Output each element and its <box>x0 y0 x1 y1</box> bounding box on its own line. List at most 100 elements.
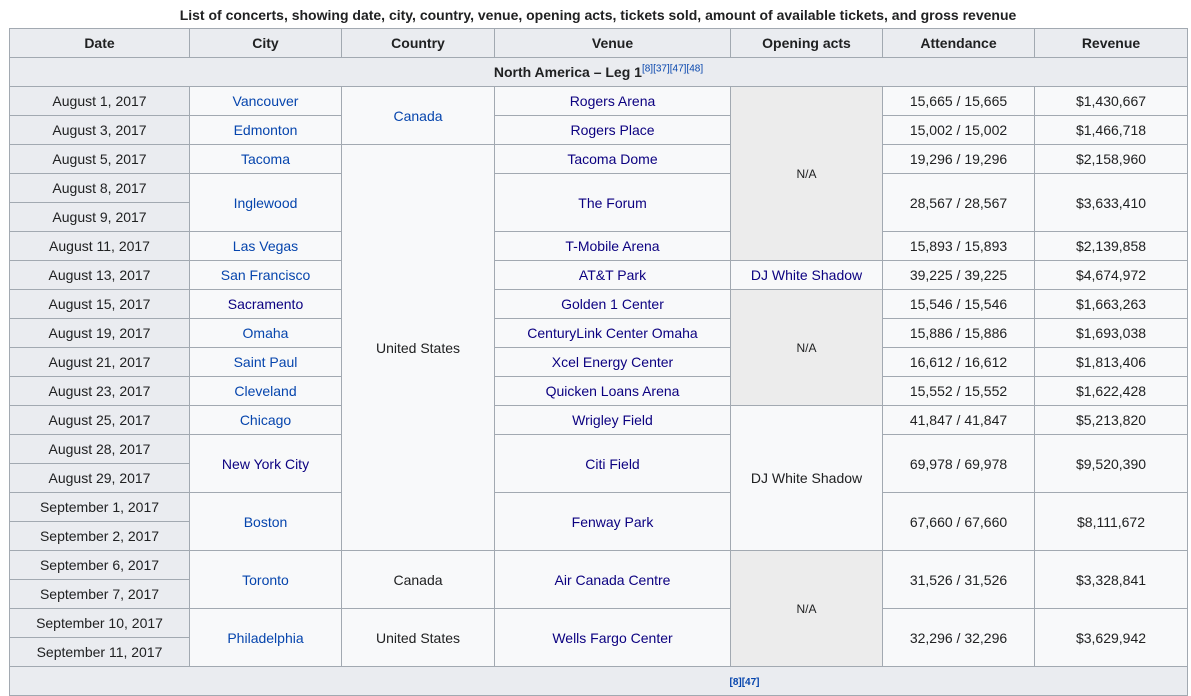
city-link[interactable]: Omaha <box>243 325 289 341</box>
country-link[interactable]: Canada <box>393 108 442 124</box>
table-row: August 19, 2017 Omaha CenturyLink Center… <box>9 318 1188 348</box>
date-cell: September 2, 2017 <box>9 521 190 551</box>
column-header-revenue[interactable]: Revenue <box>1034 28 1188 58</box>
date-cell: September 6, 2017 <box>9 550 190 580</box>
venue-link[interactable]: Air Canada Centre <box>555 572 671 588</box>
city-link[interactable]: San Francisco <box>221 267 310 283</box>
venue-cell: Rogers Arena <box>494 86 731 116</box>
city-link[interactable]: Vancouver <box>233 93 299 109</box>
venue-link[interactable]: Fenway Park <box>572 514 654 530</box>
opening-acts-cell: DJ White Shadow <box>730 405 883 551</box>
venue-link[interactable]: Wells Fargo Center <box>552 630 672 646</box>
column-header-country[interactable]: Country <box>341 28 495 58</box>
city-cell: Saint Paul <box>189 347 342 377</box>
reference-link[interactable]: [37] <box>653 63 670 74</box>
venue-cell: Tacoma Dome <box>494 144 731 174</box>
venue-cell: Fenway Park <box>494 492 731 551</box>
city-link[interactable]: Cleveland <box>234 383 296 399</box>
city-cell: Philadelphia <box>189 608 342 667</box>
city-cell: San Francisco <box>189 260 342 290</box>
table-row: August 28, 2017 New York City Citi Field… <box>9 434 1188 493</box>
venue-link[interactable]: Citi Field <box>585 456 639 472</box>
table-row: August 21, 2017 Saint Paul Xcel Energy C… <box>9 347 1188 377</box>
footer-references[interactable]: [8][47] <box>729 675 759 691</box>
country-cell: Canada <box>341 550 495 609</box>
venue-link[interactable]: Golden 1 Center <box>561 296 664 312</box>
table-row: August 11, 2017 Las Vegas T-Mobile Arena… <box>9 231 1188 261</box>
city-link[interactable]: Inglewood <box>234 195 298 211</box>
venue-link[interactable]: Rogers Arena <box>570 93 656 109</box>
venue-link[interactable]: Quicken Loans Arena <box>546 383 680 399</box>
venue-link[interactable]: Tacoma Dome <box>567 151 657 167</box>
opening-acts-cell: N/A <box>730 550 883 667</box>
venue-cell: Citi Field <box>494 434 731 493</box>
revenue-cell: $3,633,410 <box>1034 173 1188 232</box>
table-row: August 25, 2017 Chicago Wrigley Field DJ… <box>9 405 1188 551</box>
attendance-cell: 15,886 / 15,886 <box>882 318 1035 348</box>
city-cell: Tacoma <box>189 144 342 174</box>
table-row: August 3, 2017 Edmonton Rogers Place 15,… <box>9 115 1188 145</box>
venue-link[interactable]: Rogers Place <box>570 122 654 138</box>
table-row: August 1, 2017 Vancouver Canada Rogers A… <box>9 86 1188 261</box>
attendance-cell: 31,526 / 31,526 <box>882 550 1035 609</box>
venue-link[interactable]: The Forum <box>578 195 646 211</box>
table-row: August 15, 2017 Sacramento Golden 1 Cent… <box>9 289 1188 406</box>
footer-cell: [8][47] <box>9 666 1188 696</box>
revenue-cell: $1,622,428 <box>1034 376 1188 406</box>
column-header-attendance[interactable]: Attendance <box>882 28 1035 58</box>
city-link[interactable]: Sacramento <box>228 296 303 312</box>
city-link[interactable]: Chicago <box>240 412 291 428</box>
city-link[interactable]: Saint Paul <box>234 354 298 370</box>
date-cell: August 8, 2017 <box>9 173 190 203</box>
city-link[interactable]: Tacoma <box>241 151 290 167</box>
column-header-date[interactable]: Date <box>9 28 190 58</box>
leg-title: North America – Leg 1[8][37][47][48] <box>9 57 1188 87</box>
column-header-venue[interactable]: Venue <box>494 28 731 58</box>
venue-link[interactable]: Wrigley Field <box>572 412 653 428</box>
city-link[interactable]: Philadelphia <box>227 630 303 646</box>
city-link[interactable]: New York City <box>222 456 309 472</box>
attendance-cell: 32,296 / 32,296 <box>882 608 1035 667</box>
venue-link[interactable]: AT&T Park <box>579 267 646 283</box>
table-caption: List of concerts, showing date, city, co… <box>179 7 1017 23</box>
column-header-opening-acts[interactable]: Opening acts <box>730 28 883 58</box>
attendance-cell: 16,612 / 16,612 <box>882 347 1035 377</box>
header-row: Date City Country Venue Opening acts Att… <box>9 28 1188 58</box>
city-cell: Omaha <box>189 318 342 348</box>
city-cell: Chicago <box>189 405 342 435</box>
reference-link[interactable]: [47] <box>670 63 687 74</box>
reference-link[interactable]: [48] <box>686 63 703 74</box>
revenue-cell: $3,328,841 <box>1034 550 1188 609</box>
table-row: August 5, 2017 Tacoma United States Taco… <box>9 144 1188 551</box>
venue-cell: Air Canada Centre <box>494 550 731 609</box>
city-link[interactable]: Edmonton <box>234 122 298 138</box>
venue-link[interactable]: Xcel Energy Center <box>552 354 673 370</box>
date-cell: September 1, 2017 <box>9 492 190 522</box>
city-link[interactable]: Toronto <box>242 572 289 588</box>
opening-act-link[interactable]: DJ White Shadow <box>751 267 862 283</box>
date-cell: September 11, 2017 <box>9 637 190 667</box>
date-cell: August 5, 2017 <box>9 144 190 174</box>
venue-cell: AT&T Park <box>494 260 731 290</box>
date-cell: August 28, 2017 <box>9 434 190 464</box>
date-cell: August 1, 2017 <box>9 86 190 116</box>
city-cell: Toronto <box>189 550 342 609</box>
table-row: September 1, 2017 Boston Fenway Park 67,… <box>9 492 1188 551</box>
venue-cell: Golden 1 Center <box>494 289 731 319</box>
city-cell: Vancouver <box>189 86 342 116</box>
venue-cell: The Forum <box>494 173 731 232</box>
opening-acts-cell: N/A <box>730 289 883 406</box>
revenue-cell: $1,813,406 <box>1034 347 1188 377</box>
venue-link[interactable]: T-Mobile Arena <box>565 238 659 254</box>
venue-cell: Quicken Loans Arena <box>494 376 731 406</box>
country-cell: United States <box>341 608 495 667</box>
column-header-city[interactable]: City <box>189 28 342 58</box>
city-link[interactable]: Boston <box>244 514 288 530</box>
attendance-cell: 15,665 / 15,665 <box>882 86 1035 116</box>
reference-link[interactable]: [8] <box>642 63 653 74</box>
city-link[interactable]: Las Vegas <box>233 238 298 254</box>
table-row: September 6, 2017 Toronto Canada Air Can… <box>9 550 1188 667</box>
venue-link[interactable]: CenturyLink Center Omaha <box>527 325 697 341</box>
opening-acts-cell: DJ White Shadow <box>730 260 883 290</box>
date-cell: August 15, 2017 <box>9 289 190 319</box>
